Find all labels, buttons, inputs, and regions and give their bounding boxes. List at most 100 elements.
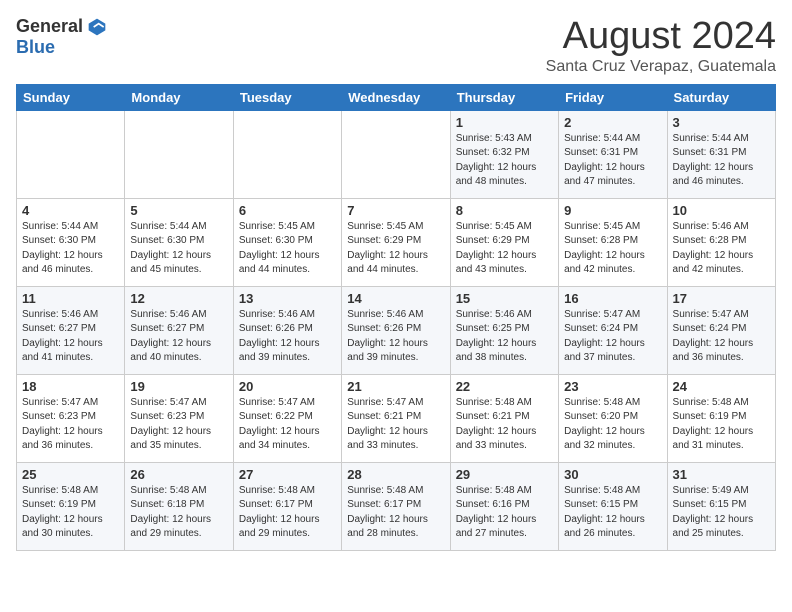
title-block: August 2024 Santa Cruz Verapaz, Guatemal…: [546, 16, 776, 76]
day-info: Sunrise: 5:48 AM Sunset: 6:17 PM Dayligh…: [347, 485, 428, 540]
day-cell: [342, 110, 450, 198]
day-number: 1: [456, 115, 553, 130]
logo: General Blue: [16, 16, 107, 58]
day-info: Sunrise: 5:46 AM Sunset: 6:27 PM Dayligh…: [22, 309, 103, 364]
day-number: 13: [239, 291, 336, 306]
day-info: Sunrise: 5:47 AM Sunset: 6:24 PM Dayligh…: [673, 309, 754, 364]
day-cell: 6 Sunrise: 5:45 AM Sunset: 6:30 PM Daylig…: [233, 198, 341, 286]
day-number: 25: [22, 467, 119, 482]
header-row: SundayMondayTuesdayWednesdayThursdayFrid…: [17, 84, 776, 110]
day-number: 5: [130, 203, 227, 218]
day-info: Sunrise: 5:46 AM Sunset: 6:25 PM Dayligh…: [456, 309, 537, 364]
week-row-2: 4 Sunrise: 5:44 AM Sunset: 6:30 PM Daylig…: [17, 198, 776, 286]
day-info: Sunrise: 5:46 AM Sunset: 6:28 PM Dayligh…: [673, 221, 754, 276]
day-cell: 19Sunrise: 5:47 AM Sunset: 6:23 PM Dayli…: [125, 374, 233, 462]
day-info: Sunrise: 5:47 AM Sunset: 6:21 PM Dayligh…: [347, 397, 428, 452]
calendar-table: SundayMondayTuesdayWednesdayThursdayFrid…: [16, 84, 776, 551]
day-info: Sunrise: 5:48 AM Sunset: 6:20 PM Dayligh…: [564, 397, 645, 452]
day-cell: [233, 110, 341, 198]
day-cell: 23 Sunrise: 5:48 AM Sunset: 6:20 PM Dayli…: [559, 374, 667, 462]
day-cell: 8 Sunrise: 5:45 AM Sunset: 6:29 PM Daylig…: [450, 198, 558, 286]
day-number: 4: [22, 203, 119, 218]
day-number: 14: [347, 291, 444, 306]
day-cell: 31 Sunrise: 5:49 AM Sunset: 6:15 PM Dayli…: [667, 462, 775, 550]
day-cell: 3 Sunrise: 5:44 AM Sunset: 6:31 PM Daylig…: [667, 110, 775, 198]
day-number: 28: [347, 467, 444, 482]
day-number: 18: [22, 379, 119, 394]
day-cell: 13 Sunrise: 5:46 AM Sunset: 6:26 PM Dayli…: [233, 286, 341, 374]
day-cell: 10 Sunrise: 5:46 AM Sunset: 6:28 PM Dayli…: [667, 198, 775, 286]
col-header-thursday: Thursday: [450, 84, 558, 110]
day-number: 10: [673, 203, 770, 218]
day-number: 24: [673, 379, 770, 394]
day-cell: 17Sunrise: 5:47 AM Sunset: 6:24 PM Dayli…: [667, 286, 775, 374]
day-cell: 20 Sunrise: 5:47 AM Sunset: 6:22 PM Dayli…: [233, 374, 341, 462]
day-info: Sunrise: 5:46 AM Sunset: 6:26 PM Dayligh…: [239, 309, 320, 364]
day-cell: [125, 110, 233, 198]
day-info: Sunrise: 5:47 AM Sunset: 6:22 PM Dayligh…: [239, 397, 320, 452]
day-number: 30: [564, 467, 661, 482]
day-number: 29: [456, 467, 553, 482]
day-cell: 1 Sunrise: 5:43 AM Sunset: 6:32 PM Daylig…: [450, 110, 558, 198]
day-info: Sunrise: 5:45 AM Sunset: 6:28 PM Dayligh…: [564, 221, 645, 276]
day-info: Sunrise: 5:48 AM Sunset: 6:17 PM Dayligh…: [239, 485, 320, 540]
day-number: 12: [130, 291, 227, 306]
day-number: 31: [673, 467, 770, 482]
day-number: 3: [673, 115, 770, 130]
day-cell: 5 Sunrise: 5:44 AM Sunset: 6:30 PM Daylig…: [125, 198, 233, 286]
day-number: 16: [564, 291, 661, 306]
col-header-tuesday: Tuesday: [233, 84, 341, 110]
day-info: Sunrise: 5:45 AM Sunset: 6:29 PM Dayligh…: [456, 221, 537, 276]
day-number: 11: [22, 291, 119, 306]
day-cell: 14 Sunrise: 5:46 AM Sunset: 6:26 PM Dayli…: [342, 286, 450, 374]
day-cell: 24Sunrise: 5:48 AM Sunset: 6:19 PM Dayli…: [667, 374, 775, 462]
day-number: 20: [239, 379, 336, 394]
day-info: Sunrise: 5:48 AM Sunset: 6:19 PM Dayligh…: [22, 485, 103, 540]
day-cell: 21 Sunrise: 5:47 AM Sunset: 6:21 PM Dayli…: [342, 374, 450, 462]
day-cell: 12 Sunrise: 5:46 AM Sunset: 6:27 PM Dayli…: [125, 286, 233, 374]
col-header-monday: Monday: [125, 84, 233, 110]
day-cell: 26 Sunrise: 5:48 AM Sunset: 6:18 PM Dayli…: [125, 462, 233, 550]
day-cell: 7Sunrise: 5:45 AM Sunset: 6:29 PM Daylig…: [342, 198, 450, 286]
page-header: General Blue August 2024 Santa Cruz Vera…: [16, 16, 776, 76]
day-info: Sunrise: 5:48 AM Sunset: 6:21 PM Dayligh…: [456, 397, 537, 452]
day-cell: 18 Sunrise: 5:47 AM Sunset: 6:23 PM Dayli…: [17, 374, 125, 462]
location-text: Santa Cruz Verapaz, Guatemala: [546, 58, 776, 76]
day-info: Sunrise: 5:44 AM Sunset: 6:31 PM Dayligh…: [673, 133, 754, 188]
day-info: Sunrise: 5:44 AM Sunset: 6:30 PM Dayligh…: [130, 221, 211, 276]
day-info: Sunrise: 5:44 AM Sunset: 6:30 PM Dayligh…: [22, 221, 103, 276]
day-info: Sunrise: 5:49 AM Sunset: 6:15 PM Dayligh…: [673, 485, 754, 540]
day-number: 15: [456, 291, 553, 306]
day-info: Sunrise: 5:47 AM Sunset: 6:23 PM Dayligh…: [22, 397, 103, 452]
week-row-3: 11 Sunrise: 5:46 AM Sunset: 6:27 PM Dayli…: [17, 286, 776, 374]
day-number: 8: [456, 203, 553, 218]
week-row-5: 25 Sunrise: 5:48 AM Sunset: 6:19 PM Dayli…: [17, 462, 776, 550]
logo-icon: [87, 17, 107, 37]
day-info: Sunrise: 5:48 AM Sunset: 6:18 PM Dayligh…: [130, 485, 211, 540]
day-number: 6: [239, 203, 336, 218]
day-cell: 30 Sunrise: 5:48 AM Sunset: 6:15 PM Dayli…: [559, 462, 667, 550]
day-info: Sunrise: 5:48 AM Sunset: 6:15 PM Dayligh…: [564, 485, 645, 540]
day-info: Sunrise: 5:46 AM Sunset: 6:26 PM Dayligh…: [347, 309, 428, 364]
day-cell: [17, 110, 125, 198]
day-info: Sunrise: 5:46 AM Sunset: 6:27 PM Dayligh…: [130, 309, 211, 364]
day-cell: 25 Sunrise: 5:48 AM Sunset: 6:19 PM Dayli…: [17, 462, 125, 550]
day-info: Sunrise: 5:43 AM Sunset: 6:32 PM Dayligh…: [456, 133, 537, 188]
day-cell: 9 Sunrise: 5:45 AM Sunset: 6:28 PM Daylig…: [559, 198, 667, 286]
day-cell: 28 Sunrise: 5:48 AM Sunset: 6:17 PM Dayli…: [342, 462, 450, 550]
day-number: 22: [456, 379, 553, 394]
day-number: 23: [564, 379, 661, 394]
day-number: 21: [347, 379, 444, 394]
day-cell: 29 Sunrise: 5:48 AM Sunset: 6:16 PM Dayli…: [450, 462, 558, 550]
day-cell: 11 Sunrise: 5:46 AM Sunset: 6:27 PM Dayli…: [17, 286, 125, 374]
day-number: 9: [564, 203, 661, 218]
day-number: 2: [564, 115, 661, 130]
day-info: Sunrise: 5:48 AM Sunset: 6:16 PM Dayligh…: [456, 485, 537, 540]
day-cell: 4 Sunrise: 5:44 AM Sunset: 6:30 PM Daylig…: [17, 198, 125, 286]
day-info: Sunrise: 5:45 AM Sunset: 6:30 PM Dayligh…: [239, 221, 320, 276]
col-header-saturday: Saturday: [667, 84, 775, 110]
day-info: Sunrise: 5:45 AM Sunset: 6:29 PM Dayligh…: [347, 221, 428, 276]
logo-general-text: General: [16, 16, 83, 37]
day-cell: 22 Sunrise: 5:48 AM Sunset: 6:21 PM Dayli…: [450, 374, 558, 462]
day-number: 26: [130, 467, 227, 482]
